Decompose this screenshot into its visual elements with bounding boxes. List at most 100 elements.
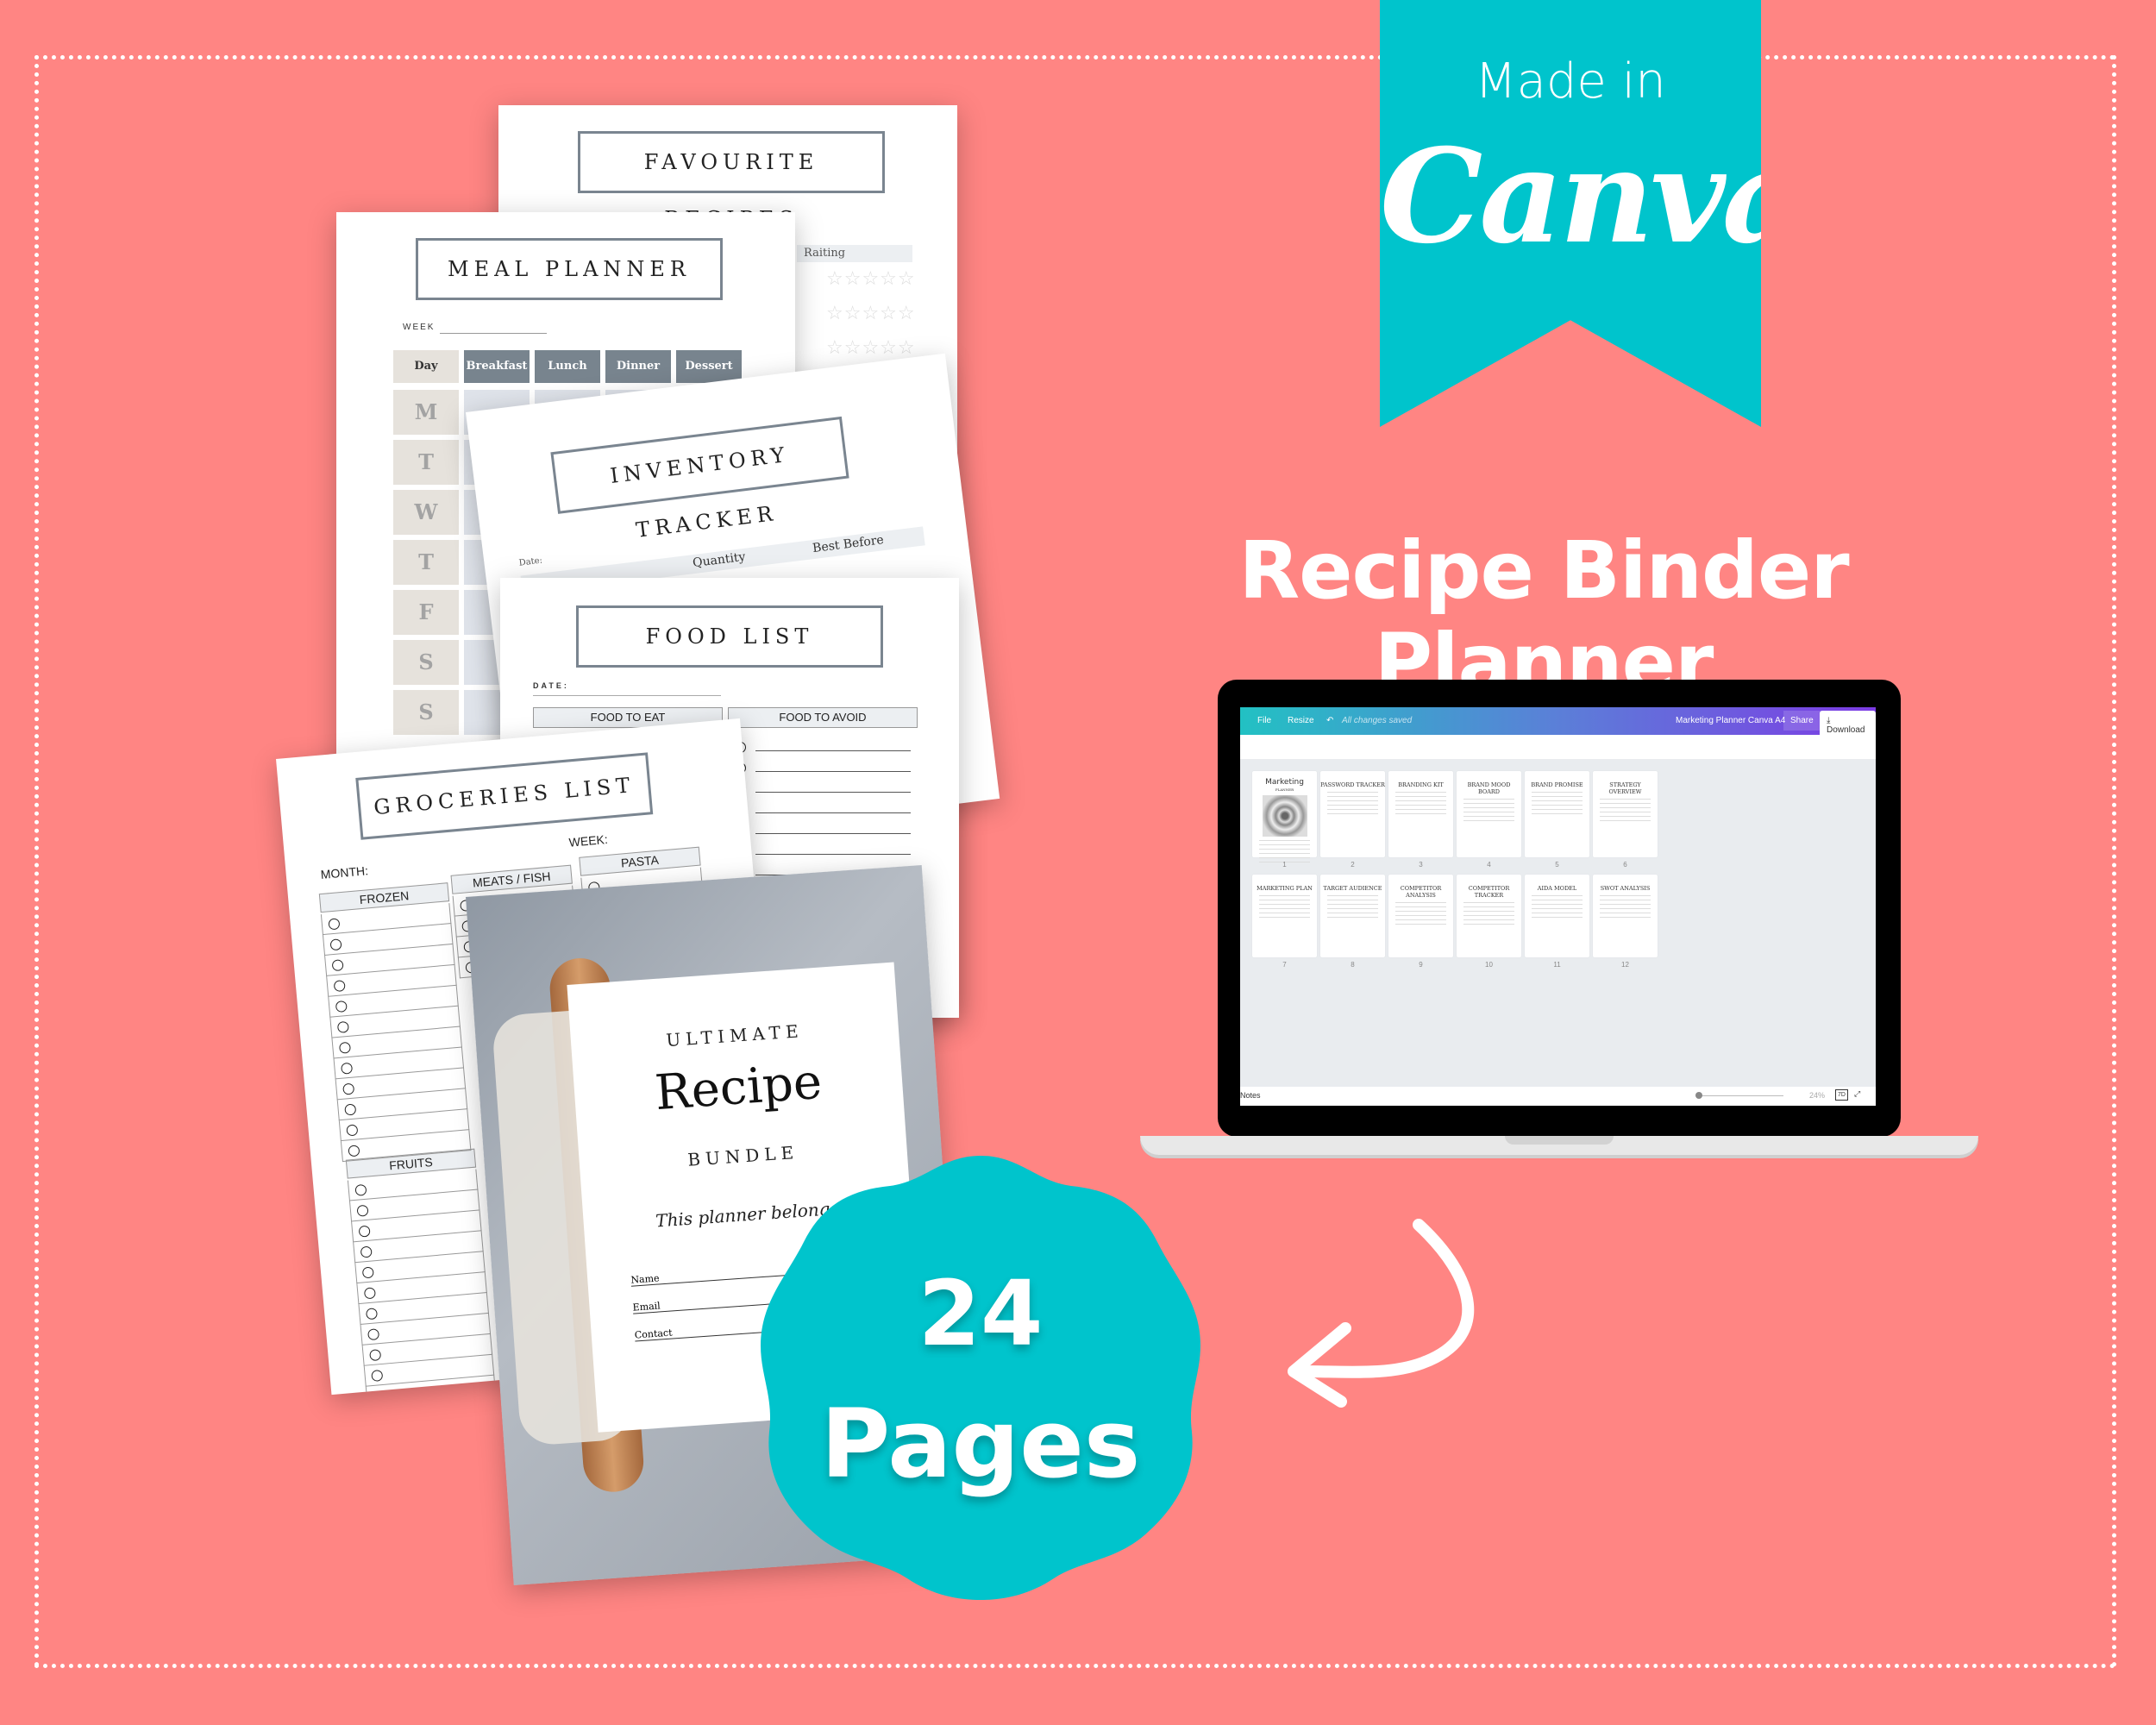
thumbnail-line — [1327, 800, 1378, 801]
canva-logo: Canva — [1380, 121, 1802, 273]
thumbnail-line — [1463, 799, 1514, 800]
thumbnail-line — [1259, 908, 1310, 909]
thumbnail-line — [1395, 800, 1446, 801]
page-thumbnail[interactable]: BRANDING KIT — [1388, 771, 1453, 857]
rating-stars-row: ☆☆☆☆☆ — [826, 336, 916, 358]
thumbnail-line — [1600, 904, 1651, 905]
page-thumbnail[interactable]: TARGET AUDIENCE — [1320, 875, 1385, 957]
page-thumbnail[interactable]: AIDA MODEL — [1525, 875, 1589, 957]
thumbnail-line — [1463, 924, 1514, 925]
file-menu[interactable]: File — [1257, 716, 1271, 725]
page-number: 1 — [1282, 861, 1287, 869]
page-thumbnail[interactable]: COMPETITOR TRACKER — [1457, 875, 1521, 957]
save-status: All changes saved — [1342, 716, 1413, 725]
page-number: 11 — [1553, 961, 1561, 969]
week-line — [440, 333, 547, 334]
curved-arrow-icon — [1288, 1219, 1475, 1408]
thumbnail-title: BRAND MOOD BOARD — [1467, 781, 1511, 795]
canva-editor-screenshot: File Resize ↶ All changes saved Marketin… — [1240, 707, 1876, 1106]
page-thumbnail[interactable]: STRATEGY OVERVIEW — [1593, 771, 1658, 857]
thumbnail-line — [1532, 917, 1583, 918]
thumbnail-line — [1327, 904, 1378, 905]
thumbnail-line — [1463, 816, 1514, 817]
rating-header: Raiting — [797, 245, 912, 262]
thumbnail-line — [1532, 809, 1583, 810]
thumbnail-line — [1259, 917, 1310, 918]
pages-count-number: 24 — [918, 1261, 1044, 1366]
list-line — [755, 812, 911, 813]
made-in-label: Made in — [1475, 53, 1666, 110]
thumbnail-title: BRANDING KIT — [1398, 781, 1444, 788]
thumbnail-line — [1259, 895, 1310, 896]
day-cell: M — [393, 390, 459, 435]
thumbnail-title: STRATEGY OVERVIEW — [1608, 781, 1642, 795]
fullscreen-icon[interactable]: ⤢ — [1854, 1089, 1860, 1099]
zoom-slider-handle[interactable] — [1695, 1092, 1702, 1099]
thumbnail-line — [1395, 902, 1446, 903]
page-thumbnail[interactable]: Marketing PLANNER — [1252, 771, 1317, 862]
page-number: 10 — [1485, 961, 1493, 969]
page-grid-icon[interactable]: 7D — [1835, 1089, 1848, 1101]
page-thumbnail[interactable]: SWOT ANALYSIS — [1593, 875, 1658, 957]
thumbnail-line — [1600, 807, 1651, 808]
thumbnail-line — [1463, 906, 1514, 907]
thumbnail-line — [1395, 911, 1446, 912]
page-number: 7 — [1282, 961, 1287, 969]
thumbnail-line — [1327, 917, 1378, 918]
target-dart-image — [1262, 795, 1307, 837]
thumbnail-line — [1532, 904, 1583, 905]
editor-whitespace — [1240, 735, 1876, 759]
thumbnail-title: SWOT ANALYSIS — [1600, 885, 1651, 892]
thumbnail-subtitle: PLANNER — [1275, 787, 1294, 792]
page-number: 2 — [1351, 861, 1355, 869]
thumbnail-line — [1600, 917, 1651, 918]
list-line — [755, 854, 911, 855]
thumbnail-line — [1259, 904, 1310, 905]
laptop-notch — [1505, 1136, 1614, 1145]
resize-menu[interactable]: Resize — [1288, 716, 1314, 725]
day-cell: S — [393, 690, 459, 735]
notes-button[interactable]: Notes — [1240, 1091, 1261, 1100]
page-thumbnail[interactable]: PASSWORD TRACKER — [1320, 771, 1385, 857]
thumbnail-line — [1600, 820, 1651, 821]
undo-icon[interactable]: ↶ — [1326, 716, 1333, 725]
day-cell: S — [393, 640, 459, 685]
thumbnail-line — [1532, 792, 1583, 793]
zoom-slider[interactable] — [1697, 1095, 1783, 1096]
inventory-date-label: Date: — [518, 555, 543, 568]
week-label: WEEK: — [568, 831, 609, 850]
page-thumbnail[interactable]: MARKETING PLAN — [1252, 875, 1317, 957]
page-thumbnail[interactable]: BRAND MOOD BOARD — [1457, 771, 1521, 857]
dessert-header: Dessert — [676, 350, 742, 383]
thumbnail-line — [1327, 792, 1378, 793]
page-thumbnail[interactable]: BRAND PROMISE — [1525, 771, 1589, 857]
share-button[interactable]: Share — [1783, 711, 1821, 731]
thumbnail-line — [1463, 803, 1514, 804]
thumbnail-line — [1600, 803, 1651, 804]
page-number: 4 — [1487, 861, 1491, 869]
page-number: 6 — [1623, 861, 1627, 869]
list-line — [755, 792, 911, 793]
thumbnail-line — [1327, 895, 1378, 896]
list-line — [755, 833, 911, 834]
breakfast-header: Breakfast — [464, 350, 530, 383]
thumbnail-title: BRAND PROMISE — [1531, 781, 1583, 788]
day-cell: T — [393, 540, 459, 585]
pages-count-badge — [761, 1156, 1200, 1600]
thumbnail-line — [1463, 807, 1514, 808]
thumbnail-line — [1259, 849, 1310, 850]
list-line — [755, 750, 911, 751]
thumbnail-line — [1395, 906, 1446, 907]
thumbnail-line — [1327, 908, 1378, 909]
page-thumbnail[interactable]: COMPETITOR ANALYSIS — [1388, 875, 1453, 957]
rating-stars-row: ☆☆☆☆☆ — [826, 302, 916, 323]
day-header: Day — [393, 350, 459, 383]
page-number: 12 — [1621, 961, 1629, 969]
thumbnail-line — [1463, 919, 1514, 920]
thumbnail-line — [1600, 908, 1651, 909]
thumbnail-line — [1532, 800, 1583, 801]
thumbnail-line — [1327, 813, 1378, 814]
thumbnail-line — [1259, 853, 1310, 854]
thumbnail-line — [1395, 919, 1446, 920]
pages-count-label: Pages — [820, 1389, 1141, 1499]
